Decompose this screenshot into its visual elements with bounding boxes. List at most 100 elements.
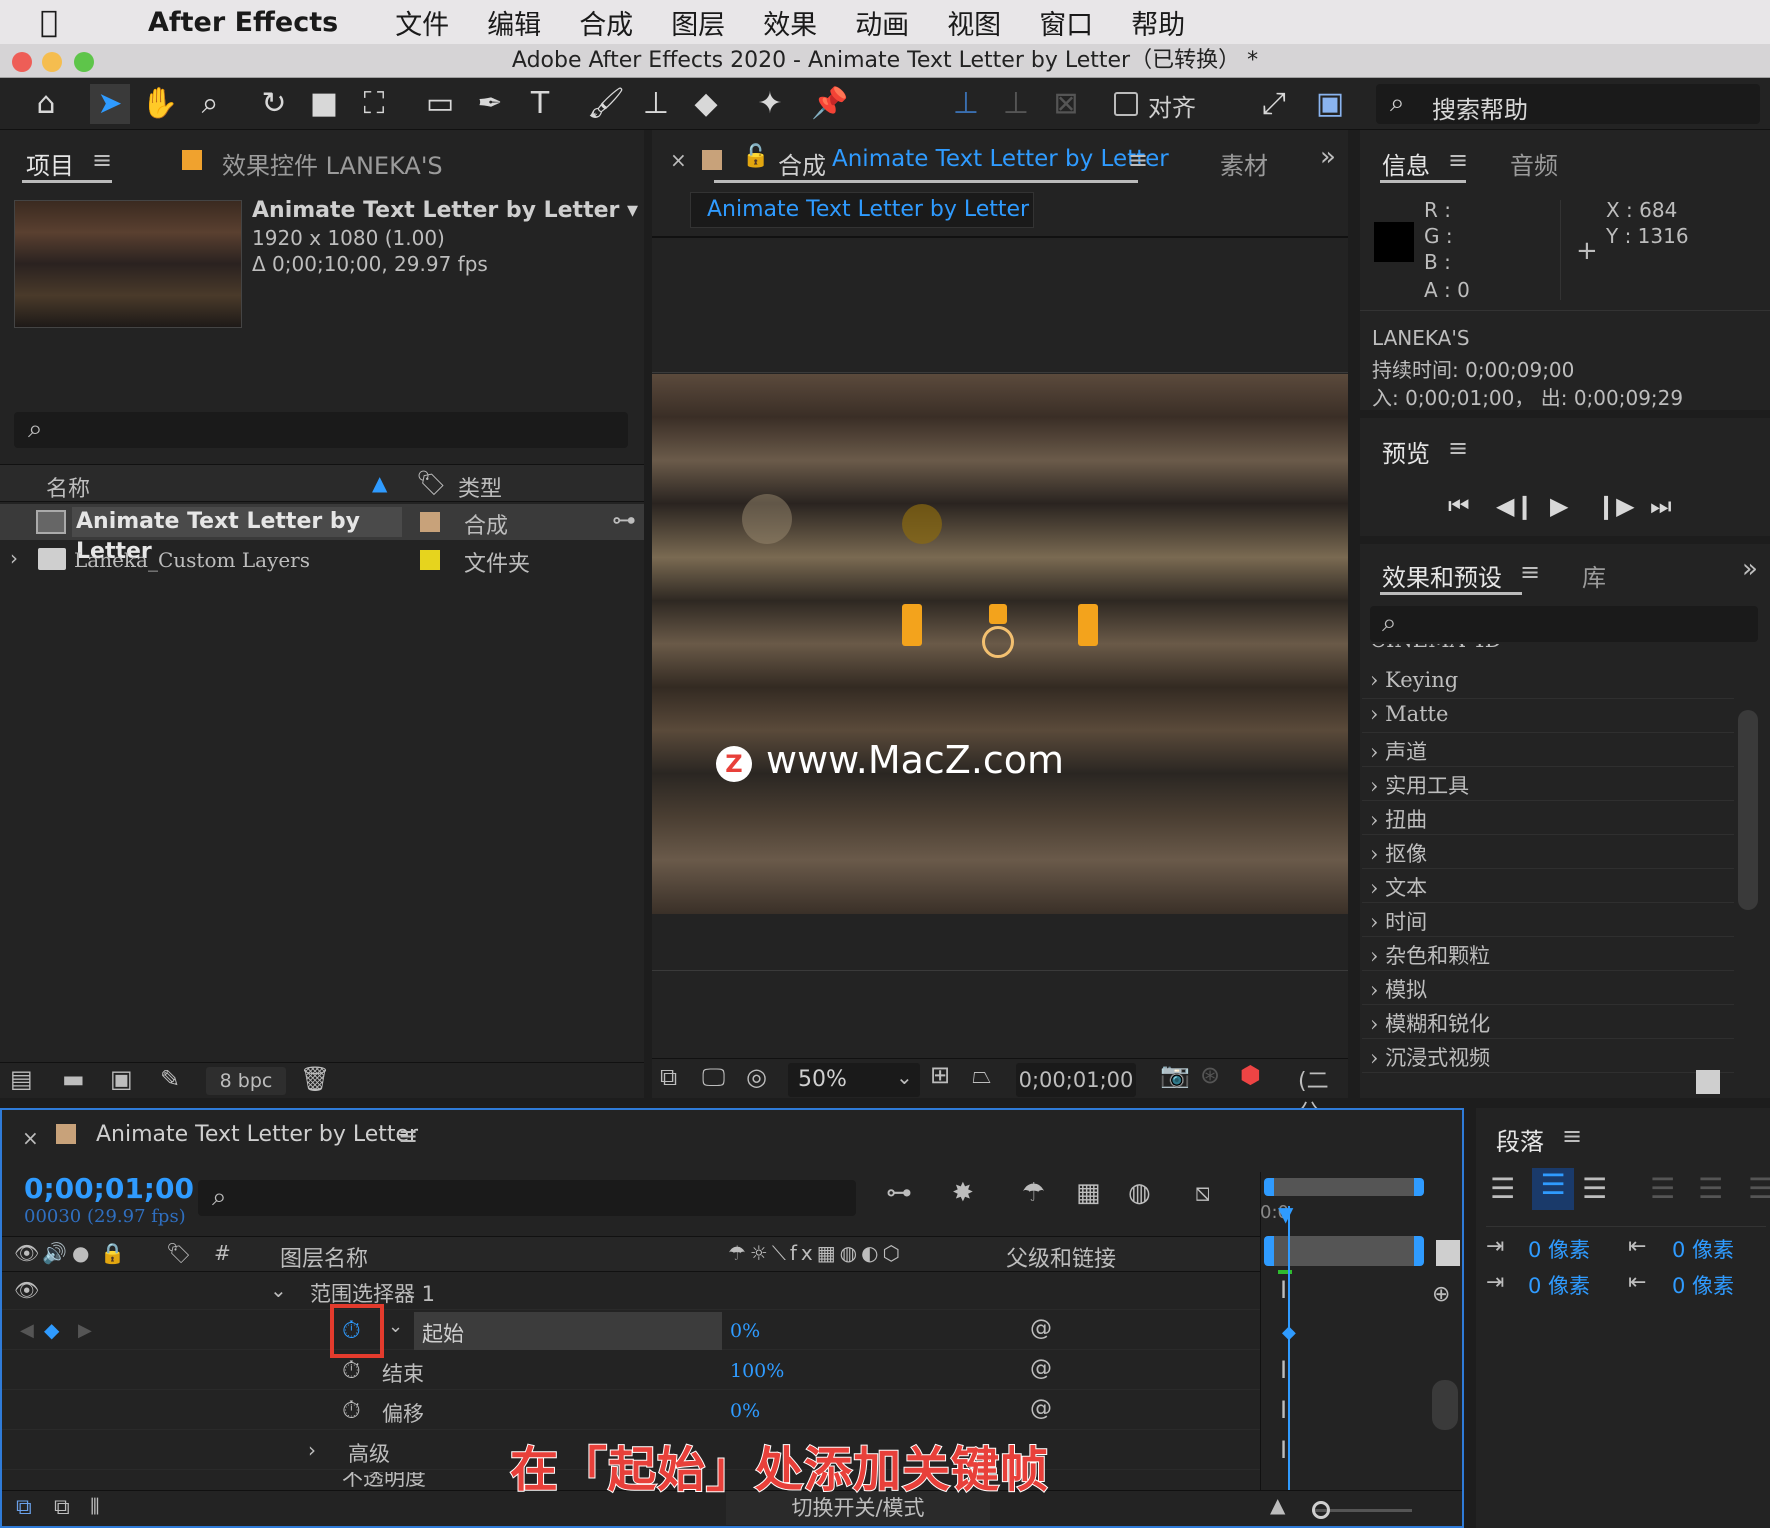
label-tag-icon[interactable]: 🏷 — [416, 469, 446, 497]
timeline-row[interactable]: ⏱ 结束 100% @ — [2, 1352, 1260, 1390]
apple-icon[interactable]:  — [40, 5, 96, 40]
interpret-footage-icon[interactable]: ▤ — [10, 1065, 33, 1093]
chevron-right-icon[interactable]: › — [10, 546, 18, 570]
switches-icon[interactable]: ☂☼⟍fx▦◍◐⬡ — [728, 1241, 904, 1265]
magnification-select[interactable]: 50% ⌄ — [788, 1063, 920, 1097]
sort-ascending-icon[interactable]: ▲ — [372, 471, 387, 495]
new-folder-icon[interactable]: ▬ — [62, 1065, 85, 1093]
effects-category[interactable]: › Matte — [1370, 702, 1448, 726]
col-name[interactable]: 名称 — [46, 471, 90, 503]
selection-tool-icon[interactable]: ➤ — [90, 84, 130, 124]
pan-behind-tool-icon[interactable]: ⛶ — [354, 84, 394, 124]
layer-switches-icon[interactable]: ⧉ — [16, 1495, 32, 1520]
align-checkbox[interactable] — [1114, 92, 1138, 116]
audio-icon[interactable]: 🔊 — [42, 1241, 67, 1265]
effects-scrollbar[interactable] — [1738, 710, 1758, 910]
type-tool-icon[interactable]: T — [520, 84, 560, 124]
align-center-icon[interactable]: ☰ — [1532, 1168, 1574, 1210]
video-visibility-icon[interactable]: 👁 — [14, 1241, 39, 1265]
shy-layers-icon[interactable]: ☂ — [1022, 1178, 1045, 1208]
label-tag-icon[interactable]: 🏷 — [166, 1241, 191, 1265]
tab-composition-prefix[interactable]: 合成 — [778, 146, 826, 181]
home-icon[interactable]: ⌂ — [26, 84, 66, 124]
rectangle-tool-icon[interactable]: ▭ — [420, 84, 460, 124]
space-after-value[interactable]: 0 像素 — [1672, 1270, 1734, 1300]
lock-icon[interactable]: 🔒 — [100, 1241, 125, 1265]
text-letter-handle[interactable] — [902, 604, 922, 646]
chevron-right-icon[interactable]: › — [308, 1438, 316, 1462]
timeline-row[interactable]: ⏱ 偏移 0% @ — [2, 1392, 1260, 1430]
tab-composition[interactable]: Animate Text Letter by Letter — [832, 146, 1169, 172]
effects-category[interactable]: › 抠像 — [1370, 838, 1427, 868]
col-type[interactable]: 类型 — [458, 471, 502, 503]
property-name[interactable]: 结束 — [382, 1358, 424, 1388]
pick-whip-icon[interactable]: @ — [1030, 1316, 1052, 1341]
visibility-eye-icon[interactable]: 👁 — [14, 1278, 39, 1302]
tab-paragraph[interactable]: 段落 — [1496, 1122, 1544, 1157]
brush-tool-icon[interactable]: 🖌 — [586, 84, 626, 124]
effects-category[interactable]: › 实用工具 — [1370, 770, 1469, 800]
motion-blur-icon[interactable]: ◍ — [1128, 1178, 1151, 1208]
expand-icon[interactable]: ⤢ — [1254, 84, 1294, 124]
flowchart-icon[interactable]: ⊶ — [612, 506, 636, 534]
menu-animation[interactable]: 动画 — [855, 3, 909, 42]
align-right-icon[interactable]: ☰ — [1582, 1172, 1607, 1205]
info-menu-icon[interactable]: ≡ — [1448, 146, 1468, 174]
axis-local-icon[interactable]: ⊥ — [946, 84, 986, 124]
region-of-interest-icon[interactable]: ⊞ — [930, 1061, 950, 1089]
menu-view[interactable]: 视图 — [947, 3, 1001, 42]
clone-stamp-tool-icon[interactable]: ⊥ — [636, 84, 676, 124]
keyframe-diamond-icon[interactable]: ◆ — [44, 1318, 59, 1342]
bit-depth-button[interactable]: 8 bpc — [206, 1067, 286, 1095]
paragraph-menu-icon[interactable]: ≡ — [1562, 1122, 1582, 1150]
table-row[interactable]: Animate Text Letter by Letter 合成 ⊶ — [0, 504, 644, 564]
project-menu-icon[interactable]: ≡ — [92, 146, 112, 174]
in-out-stretch-icon[interactable]: ⦀ — [90, 1495, 100, 1520]
workspace-icon[interactable]: ▣ — [1310, 84, 1350, 124]
axis-view-icon[interactable]: ⊠ — [1046, 84, 1086, 124]
adjust-icon[interactable]: ✎ — [160, 1065, 180, 1093]
next-keyframe-icon[interactable]: ▶ — [78, 1320, 92, 1341]
effects-category[interactable]: › 模糊和锐化 — [1370, 1008, 1490, 1038]
property-name[interactable]: 不透明度 — [342, 1472, 426, 1488]
stopwatch-icon[interactable]: ⏱ — [342, 1316, 361, 1344]
indent-left-value[interactable]: 0 像素 — [1528, 1234, 1590, 1264]
timeline-scrollbar[interactable] — [1432, 1380, 1458, 1430]
indent-right-value[interactable]: 0 像素 — [1528, 1270, 1590, 1300]
work-area-navigator[interactable] — [1264, 1178, 1424, 1196]
puppet-pin-tool-icon[interactable]: 📌 — [810, 84, 850, 124]
last-frame-icon[interactable]: ⏭ — [1650, 492, 1672, 520]
timeline-row[interactable]: 👁 ⌄ 范围选择器 1 — [2, 1274, 1260, 1310]
close-window-icon[interactable] — [12, 52, 32, 72]
tab-timeline[interactable]: Animate Text Letter by Letter — [96, 1122, 418, 1147]
channel-icon[interactable]: ⬢ — [1240, 1061, 1261, 1089]
comp-marker-icon[interactable] — [1436, 1240, 1460, 1266]
camera-tool-icon[interactable]: ■ — [304, 84, 344, 124]
tab-audio[interactable]: 音频 — [1510, 146, 1558, 181]
pick-whip-icon[interactable]: @ — [1030, 1396, 1052, 1421]
more-panels-icon[interactable]: » — [1742, 554, 1758, 584]
trash-icon[interactable]: 🗑 — [300, 1065, 330, 1093]
comp-button-icon[interactable]: ⊕ — [1432, 1282, 1450, 1307]
label-swatch[interactable] — [420, 512, 440, 532]
zoom-slider-handle[interactable] — [1312, 1501, 1330, 1519]
comp-menu-icon[interactable]: ≡ — [1128, 146, 1148, 174]
hand-tool-icon[interactable]: ✋ — [140, 84, 180, 124]
lock-icon[interactable]: 🔓 — [742, 144, 769, 169]
breadcrumb-item[interactable]: Animate Text Letter by Letter — [707, 197, 1029, 222]
effects-category[interactable]: › 时间 — [1370, 906, 1427, 936]
chevron-down-icon[interactable]: ⌄ — [270, 1278, 287, 1302]
table-row[interactable]: › Laneka_Custom Layers 文件夹 — [0, 542, 644, 578]
graph-editor-icon[interactable]: ⧅ — [1194, 1178, 1211, 1209]
app-menu[interactable]: After Effects — [148, 7, 338, 38]
selected-property-bar[interactable]: 起始 — [414, 1312, 722, 1350]
current-time-field[interactable]: 0;00;01;00 — [1016, 1063, 1136, 1097]
previous-frame-icon[interactable]: ◀❙ — [1496, 492, 1535, 520]
new-composition-icon[interactable]: ▣ — [110, 1065, 133, 1093]
roto-brush-tool-icon[interactable]: ✦ — [750, 84, 790, 124]
draft-3d-icon[interactable]: ✸ — [952, 1178, 974, 1208]
property-name[interactable]: 偏移 — [382, 1398, 424, 1428]
search-help-field[interactable]: ⌕ 搜索帮助 — [1376, 84, 1760, 124]
effects-category[interactable]: › 沉浸式视频 — [1370, 1042, 1490, 1072]
composition-viewer[interactable]: Z www.MacZ.com — [652, 374, 1348, 914]
